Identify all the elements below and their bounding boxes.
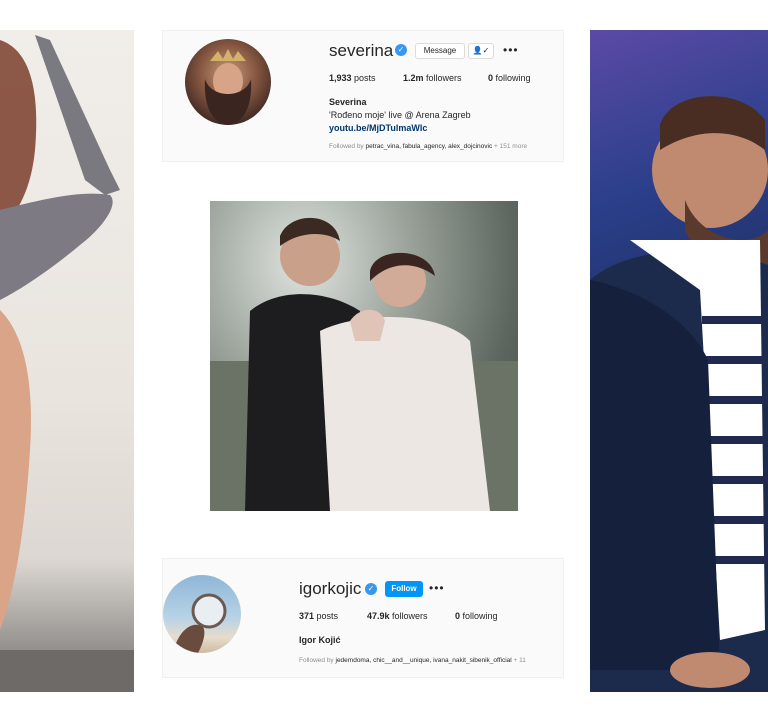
- center-photo: [210, 201, 518, 511]
- profile-bio: 'Rođeno moje' live @ Arena Zagreb: [329, 110, 471, 120]
- followers-count[interactable]: 47.9k followers: [367, 611, 428, 621]
- username: severina: [329, 41, 394, 60]
- profile-name: Severina: [329, 97, 367, 107]
- more-options-icon[interactable]: •••: [429, 581, 445, 595]
- avatar[interactable]: [185, 39, 271, 125]
- profile-card-igorkojic: igorkojic ✓ Follow ••• 371 posts 47.9k f…: [162, 558, 564, 678]
- profile-name: Igor Kojić: [299, 635, 341, 645]
- username: igorkojic: [299, 579, 362, 598]
- posts-count: 371 posts: [299, 611, 339, 621]
- follow-button[interactable]: Follow: [385, 581, 423, 597]
- followers-count[interactable]: 1.2m followers: [403, 73, 462, 83]
- following-count[interactable]: 0 following: [488, 73, 531, 83]
- followed-by[interactable]: Followed by petrac_vina, fabula_agency, …: [329, 143, 527, 150]
- avatar[interactable]: [163, 575, 241, 653]
- followed-by[interactable]: Followed by jedemdoma, chic__and__unique…: [299, 657, 526, 664]
- profile-link[interactable]: youtu.be/MjDTulmaWlc: [329, 123, 427, 133]
- posts-count: 1,933 posts: [329, 73, 376, 83]
- more-options-icon[interactable]: •••: [503, 43, 519, 57]
- right-photo: [590, 30, 768, 692]
- follow-status-button[interactable]: 👤✓: [468, 43, 494, 59]
- left-photo: [0, 30, 134, 692]
- following-count[interactable]: 0 following: [455, 611, 498, 621]
- profile-card-severina: severina ✓ Message 👤✓ ••• 1,933 posts 1.…: [162, 30, 564, 162]
- verified-badge-icon: ✓: [365, 583, 377, 595]
- message-button[interactable]: Message: [415, 43, 465, 59]
- verified-badge-icon: ✓: [395, 44, 407, 56]
